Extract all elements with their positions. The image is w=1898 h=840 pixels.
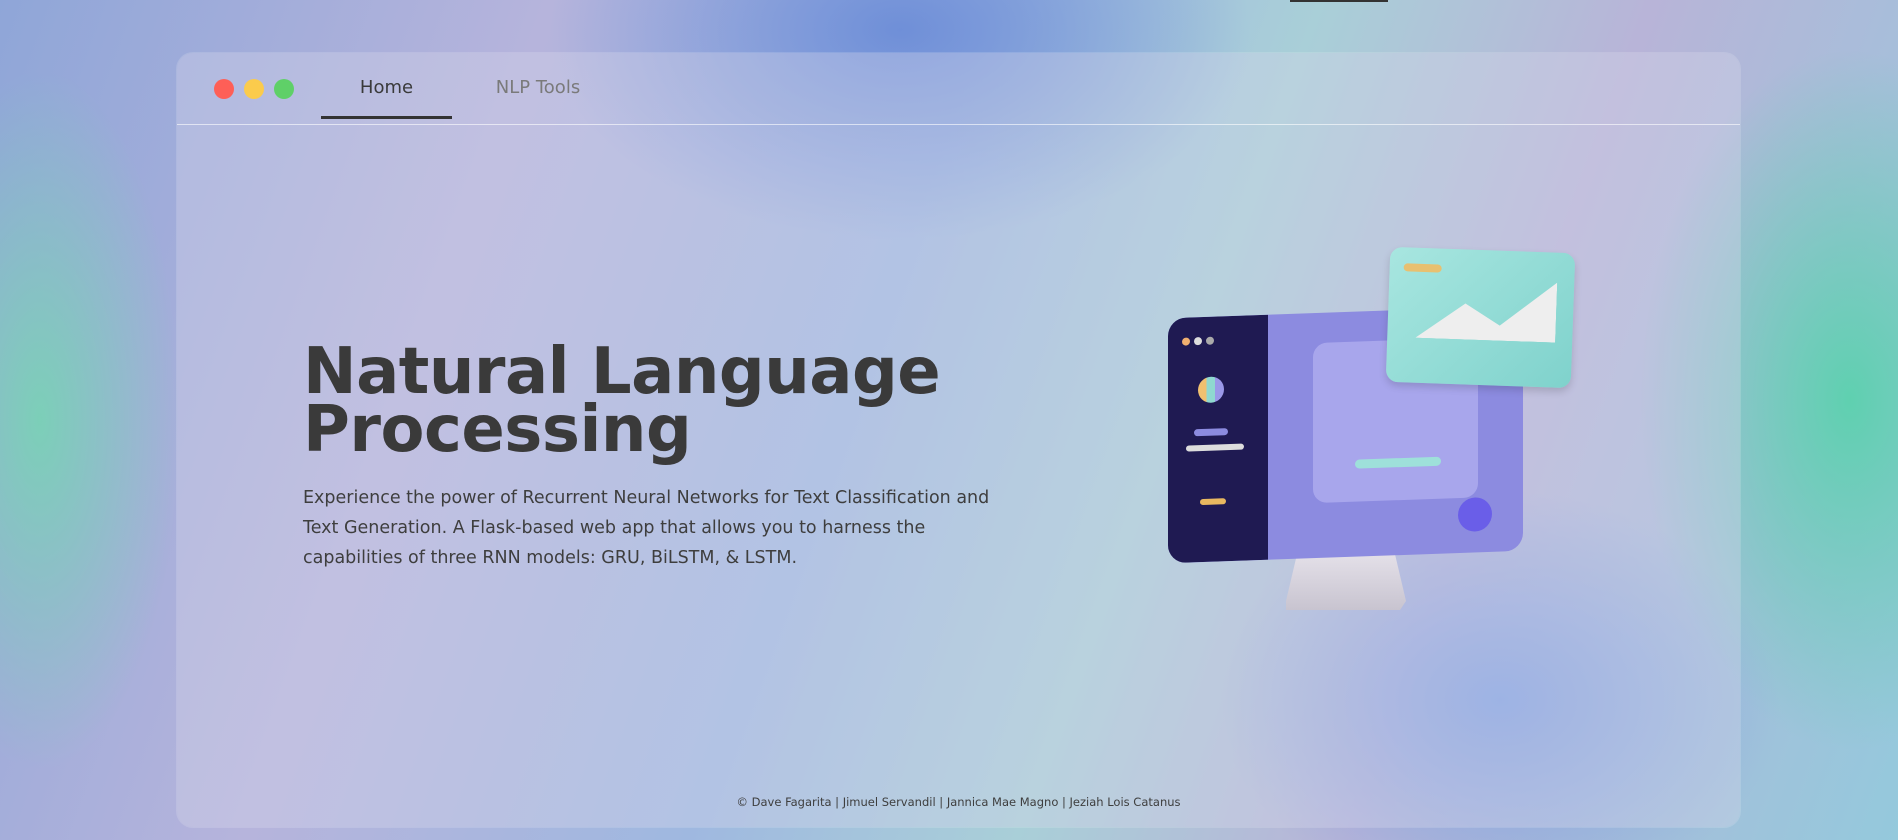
navbar: Home NLP Tools — [177, 53, 1740, 125]
top-indicator — [1290, 0, 1388, 2]
maximize-window-button[interactable] — [274, 79, 294, 99]
hero-description: Experience the power of Recurrent Neural… — [303, 488, 990, 568]
image-card-icon — [1385, 246, 1576, 389]
close-window-button[interactable] — [214, 79, 234, 99]
tab-home[interactable]: Home — [321, 53, 452, 119]
tab-nlp-tools[interactable]: NLP Tools — [477, 53, 599, 119]
title-line-2: Processing — [303, 393, 692, 467]
computer-illustration — [1168, 246, 1578, 630]
illustration-sidebar — [1168, 314, 1268, 564]
footer-credits: © Dave Fagarita | Jimuel Servandil | Jan… — [736, 795, 1181, 809]
app-window: Home NLP Tools Natural Language Processin… — [177, 53, 1740, 827]
monitor-stand — [1286, 550, 1406, 610]
minimize-window-button[interactable] — [244, 79, 264, 99]
page-title: Natural Language Processing — [303, 340, 941, 462]
